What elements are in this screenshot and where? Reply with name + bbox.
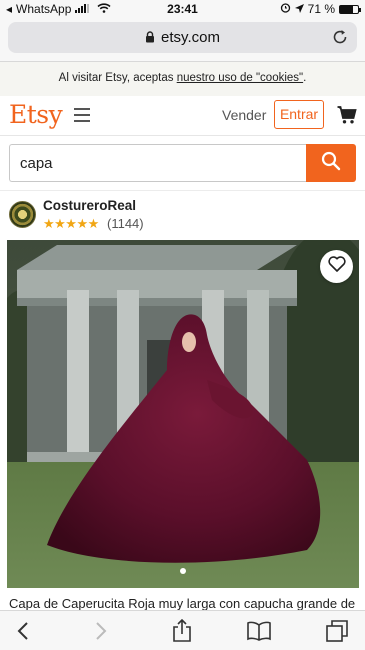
address-bar[interactable]: etsy.com bbox=[8, 22, 357, 53]
listing-image[interactable] bbox=[7, 240, 359, 588]
bookmarks-icon[interactable] bbox=[246, 618, 272, 644]
carousel-dot[interactable] bbox=[180, 568, 186, 574]
status-bar: ◂ WhatsApp 23:41 71 % bbox=[0, 0, 365, 18]
battery-icon bbox=[339, 4, 361, 14]
hamburger-icon[interactable] bbox=[74, 108, 90, 122]
battery-percent: 71 % bbox=[307, 2, 335, 16]
divider bbox=[0, 190, 365, 191]
alarm-icon bbox=[280, 2, 291, 16]
cookie-text-end: . bbox=[303, 72, 307, 84]
rating-stars: ★★★★★ bbox=[43, 216, 99, 231]
favorite-button[interactable] bbox=[320, 250, 353, 283]
search-bar bbox=[9, 144, 356, 182]
tabs-icon[interactable] bbox=[324, 618, 350, 644]
cookie-text: Al visitar Etsy, aceptas bbox=[58, 72, 177, 84]
listing-title[interactable]: Capa de Caperucita Roja muy larga con ca… bbox=[9, 596, 357, 611]
listing-photo bbox=[7, 240, 359, 588]
shop-info[interactable]: CostureroReal ★★★★★ (1144) bbox=[9, 198, 349, 234]
etsy-logo[interactable]: Etsy bbox=[9, 100, 63, 129]
url-text[interactable]: etsy.com bbox=[161, 29, 220, 46]
shop-name[interactable]: CostureroReal bbox=[43, 198, 136, 213]
lock-icon bbox=[145, 30, 155, 47]
browser-chrome: ◂ WhatsApp 23:41 71 % etsy.com bbox=[0, 0, 365, 62]
review-count: (1144) bbox=[107, 216, 144, 231]
cart-icon[interactable] bbox=[337, 105, 357, 125]
shop-avatar[interactable] bbox=[9, 201, 36, 228]
search-icon bbox=[321, 151, 341, 176]
heart-icon bbox=[327, 256, 346, 277]
cookie-policy-link[interactable]: nuestro uso de "cookies" bbox=[177, 72, 303, 84]
search-button[interactable] bbox=[306, 144, 356, 182]
cookie-banner: Al visitar Etsy, aceptas nuestro uso de … bbox=[0, 62, 365, 96]
sell-link[interactable]: Vender bbox=[222, 107, 266, 123]
search-input[interactable] bbox=[9, 144, 307, 182]
browser-toolbar bbox=[0, 610, 365, 650]
signin-button[interactable]: Entrar bbox=[274, 100, 324, 129]
back-icon[interactable] bbox=[10, 618, 36, 644]
location-icon bbox=[294, 2, 304, 16]
reload-icon[interactable] bbox=[331, 28, 349, 46]
site-header: Etsy Vender Entrar bbox=[0, 96, 365, 136]
share-icon[interactable] bbox=[169, 618, 195, 644]
carousel-indicator bbox=[7, 568, 359, 574]
forward-icon[interactable] bbox=[88, 618, 114, 644]
